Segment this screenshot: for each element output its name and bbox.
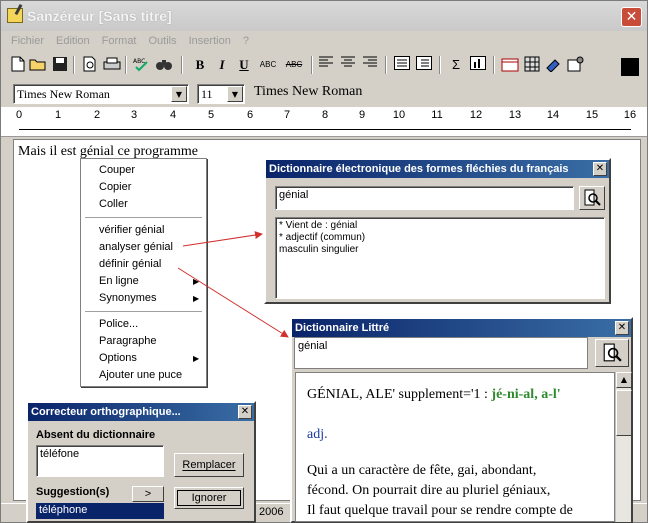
close-icon[interactable]: ✕ — [593, 162, 607, 176]
misspelled-word: téléfone — [40, 448, 80, 460]
dict-electro-search-button[interactable] — [579, 186, 605, 210]
close-icon[interactable]: ✕ — [615, 321, 629, 335]
dict-littre-query: génial — [298, 340, 328, 352]
dict-littre-query-input[interactable]: génial — [294, 337, 588, 369]
littre-scrollbar[interactable]: ▲ — [615, 372, 632, 522]
spellcheck-dialog: Correcteur orthographique... ✕ Absent du… — [26, 401, 256, 523]
dict-littre-titlebar: Dictionnaire Littré ✕ — [292, 319, 631, 337]
littre-headword: GÉNIAL, ALE' supplement='1 : — [307, 387, 492, 402]
dict-electro-query-input[interactable]: génial — [275, 186, 574, 210]
replace-label: Remplacer — [182, 459, 236, 471]
absent-label: Absent du dictionnaire — [36, 429, 156, 441]
spellcheck-titlebar: Correcteur orthographique... ✕ — [28, 403, 254, 421]
replace-button[interactable]: Remplacer — [174, 453, 244, 477]
ignore-button[interactable]: Ignorer — [174, 487, 244, 509]
scroll-up-icon[interactable]: ▲ — [616, 372, 632, 388]
dict-electro-dialog: Dictionnaire électronique des formes flé… — [264, 158, 611, 304]
magnifier-icon — [603, 343, 622, 362]
result-line: * adjectif (commun) — [279, 232, 366, 243]
spellcheck-title: Correcteur orthographique... — [31, 406, 181, 418]
result-line: masculin singulier — [279, 244, 359, 255]
dict-electro-titlebar: Dictionnaire électronique des formes flé… — [266, 160, 609, 178]
littre-pronunciation: jé-ni-al, a-l' — [491, 387, 561, 402]
arrow-to-electro — [182, 231, 263, 247]
suggestion-item-selected[interactable]: téléphone — [36, 503, 164, 519]
suggestions-label: Suggestion(s) — [36, 486, 110, 498]
magnifier-icon — [584, 189, 601, 206]
result-line: * Vient de : génial — [279, 220, 358, 231]
littre-line: fécond. On pourrait dire au pluriel géni… — [307, 483, 551, 498]
littre-pos: adj. — [307, 427, 328, 442]
ignore-label: Ignorer — [191, 492, 227, 504]
dict-littre-title: Dictionnaire Littré — [295, 322, 390, 334]
scroll-thumb[interactable] — [616, 390, 632, 436]
dict-littre-dialog: Dictionnaire Littré ✕ génial GÉNIAL, ALE… — [290, 317, 633, 523]
suggestions-arrow-button[interactable]: > — [132, 486, 164, 502]
dict-electro-results: * Vient de : génial * adjectif (commun) … — [275, 217, 605, 299]
misspelled-word-field[interactable]: téléfone — [36, 445, 164, 477]
littre-line: Qui a un caractère de fête, gai, abondan… — [307, 463, 537, 478]
dict-electro-query: génial — [279, 189, 309, 201]
dict-littre-body: GÉNIAL, ALE' supplement='1 : jé-ni-al, a… — [295, 372, 615, 522]
dict-littre-search-button[interactable] — [595, 339, 629, 367]
dict-electro-title: Dictionnaire électronique des formes flé… — [269, 163, 569, 175]
littre-headword-line: GÉNIAL, ALE' supplement='1 : jé-ni-al, a… — [307, 387, 561, 403]
littre-line: Il faut quelque travail pour se rendre c… — [307, 503, 573, 518]
close-icon[interactable]: ✕ — [238, 405, 252, 419]
